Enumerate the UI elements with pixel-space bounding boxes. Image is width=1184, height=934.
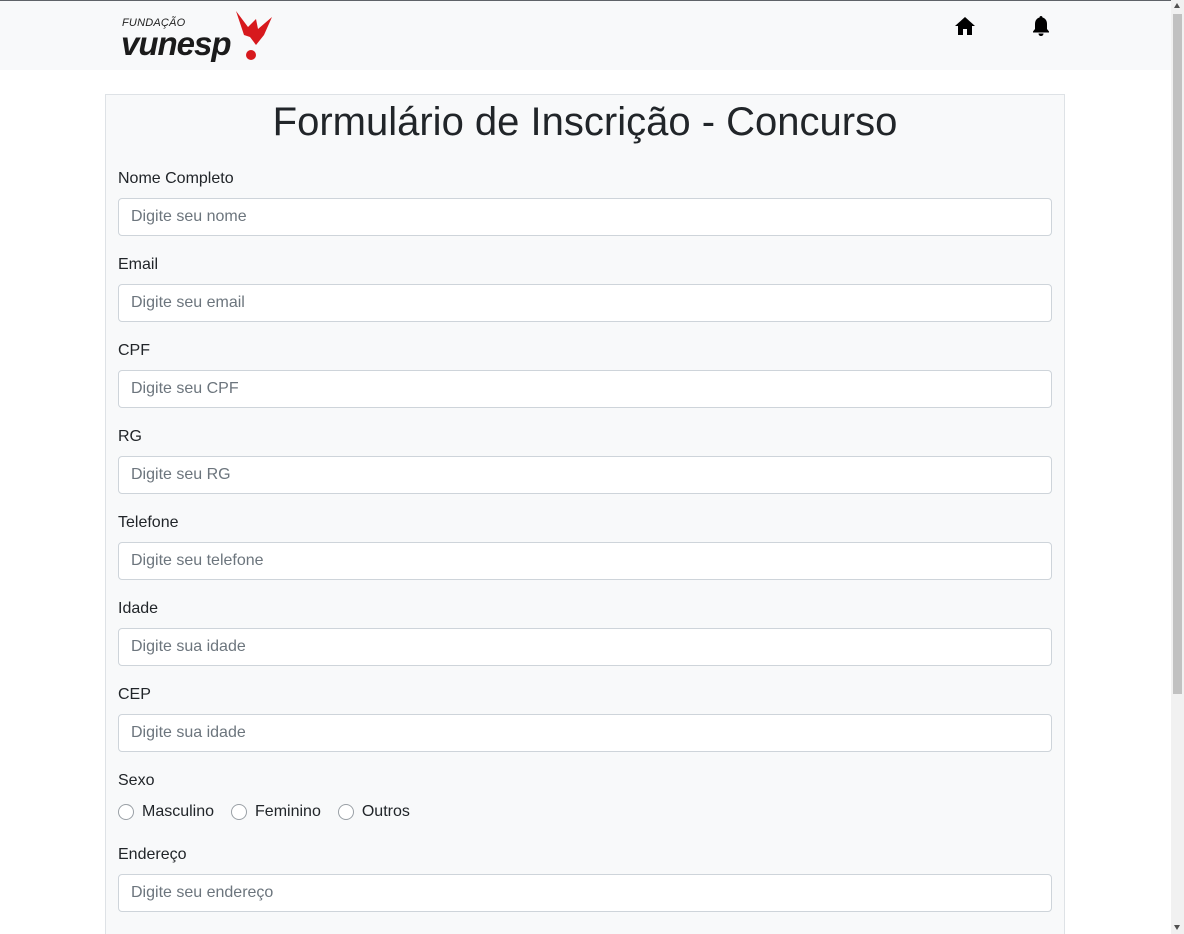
radio-button[interactable] [118,804,134,820]
email-input[interactable] [118,284,1052,322]
home-icon[interactable] [953,14,977,38]
radio-masculino[interactable]: Masculino [118,803,214,821]
sexo-label: Sexo [118,772,155,789]
sexo-radio-group: Masculino Feminino Outros [118,802,427,822]
radio-button[interactable] [337,804,354,820]
page-title: Formulário de Inscrição - Concurso [272,100,898,144]
logo-mark-icon [236,11,272,60]
radio-outros-label: Outros [361,803,410,820]
scrollbar-thumb[interactable] [1173,14,1182,694]
idade-label: Idade [118,600,159,617]
radio-feminino-label: Feminino [255,803,321,820]
rg-label: RG [118,428,142,445]
bell-icon[interactable] [1029,14,1053,38]
radio-outros[interactable]: Outros [337,803,410,821]
cpf-input[interactable] [118,370,1052,408]
radio-button[interactable] [231,804,248,820]
logo-brand-text: vunesp [121,25,232,62]
scroll-up-arrow-icon[interactable] [1174,3,1180,8]
radio-masculino-label: Masculino [142,803,215,820]
cpf-label: CPF [118,342,150,359]
cep-input[interactable] [118,714,1052,752]
nome-input[interactable] [118,198,1052,236]
rg-input[interactable] [118,456,1052,494]
telefone-input[interactable] [118,542,1052,580]
telefone-label: Telefone [118,514,179,531]
nome-label: Nome Completo [118,170,234,187]
idade-input[interactable] [118,628,1052,666]
endereco-input[interactable] [118,874,1052,912]
endereco-label: Endereço [118,846,187,863]
top-navbar: FUNDAÇÃO vunesp [0,0,1171,70]
radio-feminino[interactable]: Feminino [231,803,321,821]
scroll-down-arrow-icon[interactable] [1174,925,1180,930]
vertical-scrollbar[interactable] [1171,0,1184,934]
cep-label: CEP [118,686,151,703]
email-label: Email [118,256,159,273]
vunesp-logo[interactable]: FUNDAÇÃO vunesp [121,9,281,65]
